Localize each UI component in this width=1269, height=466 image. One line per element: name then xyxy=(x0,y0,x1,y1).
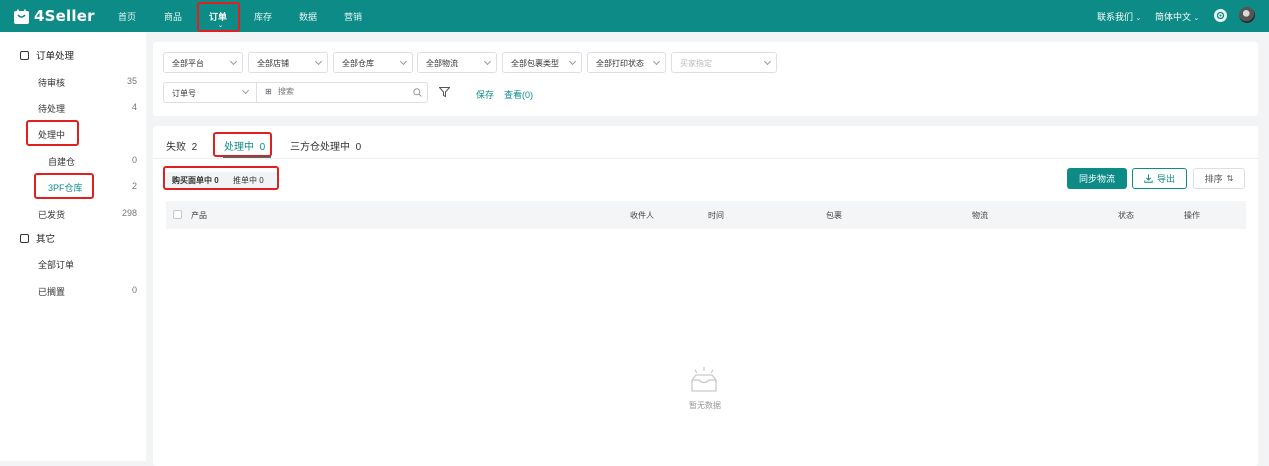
empty-state-text: 暂无数据 xyxy=(689,401,721,410)
chevron-down-icon xyxy=(652,57,661,66)
sidebar-group-label: 订单处理 xyxy=(36,51,75,62)
sidebar-group-order-processing[interactable]: 订单处理 xyxy=(20,48,74,62)
column-header-recipient: 收件人 xyxy=(630,211,654,220)
column-header-logistics: 物流 xyxy=(972,211,988,220)
tab-divider xyxy=(153,158,1258,159)
buyer-specified-select[interactable]: 买家指定 xyxy=(671,52,777,73)
sidebar-count: 2 xyxy=(131,181,137,191)
view-saved-filters-link[interactable]: 查看(0) xyxy=(504,88,533,101)
chevron-down-icon xyxy=(229,57,238,66)
sidebar-count: 0 xyxy=(131,155,137,165)
save-filter-link[interactable]: 保存 xyxy=(476,88,494,101)
store-select[interactable]: 全部店铺 xyxy=(248,52,328,73)
search-group: 订单号 ⊞ xyxy=(163,82,428,103)
nav-marketing[interactable]: 营销 xyxy=(344,10,362,23)
language-label: 简体中文 xyxy=(1155,12,1192,22)
sort-label: 排序 xyxy=(1204,174,1223,184)
sidebar-item-self-warehouse[interactable]: 自建仓 xyxy=(48,155,75,168)
avatar[interactable] xyxy=(1239,7,1255,23)
tab-count: 0 xyxy=(355,142,362,153)
sidebar-item-shipped[interactable]: 已发货 xyxy=(38,208,65,221)
tab-failed[interactable]: 失败 2 xyxy=(166,138,197,153)
app-name: 4Seller xyxy=(34,7,95,25)
sort-button[interactable]: 排序 ⇅ xyxy=(1193,168,1245,189)
package-type-select[interactable]: 全部包裹类型 xyxy=(502,52,582,73)
select-all-checkbox[interactable] xyxy=(173,210,182,219)
sidebar-item-pending-review[interactable]: 待审核 xyxy=(38,76,65,89)
language-menu[interactable]: 简体中文 ⌄ xyxy=(1155,10,1199,23)
column-header-package: 包裹 xyxy=(826,211,842,220)
tab-count: 2 xyxy=(191,142,198,153)
logistics-select[interactable]: 全部物流 xyxy=(417,52,497,73)
warehouse-select[interactable]: 全部仓库 xyxy=(333,52,413,73)
sidebar-count: 4 xyxy=(131,102,137,112)
sidebar: 订单处理 待审核 35 待处理 4 处理中 自建仓 0 3PF仓库 2 已发货 … xyxy=(0,32,146,461)
chevron-down-icon xyxy=(399,57,408,66)
select-value: 全部包裹类型 xyxy=(511,59,559,68)
nav-inventory[interactable]: 库存 xyxy=(254,10,272,23)
search-input[interactable] xyxy=(278,85,403,98)
tab-label: 失败 xyxy=(166,142,186,153)
tab-label: 三方仓处理中 xyxy=(290,142,350,153)
highlight-box-nav-orders xyxy=(197,2,240,32)
filter-panel: 全部平台 全部店铺 全部仓库 全部物流 全部包裹类型 全部打印状态 买家指定 订… xyxy=(153,42,1258,116)
column-header-actions: 操作 xyxy=(1184,211,1200,220)
nav-home[interactable]: 首页 xyxy=(118,10,136,23)
sync-logistics-button[interactable]: 同步物流 xyxy=(1067,168,1127,189)
highlight-box-processing-tab xyxy=(213,132,272,157)
table-header: 产品 收件人 时间 包裹 物流 状态 操作 xyxy=(166,201,1246,229)
sidebar-item-to-process[interactable]: 待处理 xyxy=(38,102,65,115)
download-icon xyxy=(1144,174,1153,183)
sidebar-item-all-orders[interactable]: 全部订单 xyxy=(38,258,74,271)
contact-us-label: 联系我们 xyxy=(1097,12,1134,22)
clipboard-icon xyxy=(20,233,29,243)
chevron-down-icon xyxy=(763,57,772,66)
sidebar-group-other[interactable]: 其它 xyxy=(20,231,55,245)
export-button[interactable]: 导出 xyxy=(1132,168,1187,189)
bag-icon xyxy=(14,9,29,24)
column-header-product: 产品 xyxy=(191,211,207,220)
search-field-select[interactable]: 订单号 xyxy=(164,83,257,102)
chevron-down-icon: ⌄ xyxy=(1193,15,1200,22)
select-value: 全部平台 xyxy=(172,59,204,68)
chevron-down-icon xyxy=(483,57,492,66)
sidebar-group-label: 其它 xyxy=(36,234,56,245)
tab-3pl-processing[interactable]: 三方仓处理中 0 xyxy=(290,138,361,153)
chevron-down-icon xyxy=(568,57,577,66)
clipboard-icon xyxy=(20,50,29,60)
gear-icon[interactable] xyxy=(1214,9,1227,22)
column-header-time: 时间 xyxy=(708,211,724,220)
platform-select[interactable]: 全部平台 xyxy=(163,52,243,73)
sidebar-item-on-hold[interactable]: 已搁置 xyxy=(38,285,65,298)
nav-data[interactable]: 数据 xyxy=(299,10,317,23)
sort-icon: ⇅ xyxy=(1226,174,1234,183)
multi-search-icon[interactable]: ⊞ xyxy=(265,87,272,96)
highlight-box-processing xyxy=(26,120,79,146)
search-icon[interactable] xyxy=(413,88,422,97)
logo[interactable]: 4Seller xyxy=(13,7,95,25)
column-header-status: 状态 xyxy=(1118,211,1134,220)
order-list-panel: 失败 2 处理中 0 三方仓处理中 0 购买面单中 0 推单中 0 同步物流 导… xyxy=(153,126,1258,466)
sidebar-count: 0 xyxy=(131,285,137,295)
chevron-down-icon xyxy=(314,57,323,66)
contact-us-menu[interactable]: 联系我们 ⌄ xyxy=(1097,10,1141,23)
select-value: 全部物流 xyxy=(426,59,458,68)
select-value: 全部店铺 xyxy=(257,59,289,68)
sidebar-count: 35 xyxy=(126,76,137,86)
chevron-down-icon: ⌄ xyxy=(1135,15,1142,22)
top-bar: 4Seller 首页 商品 订单 ⌄ 库存 数据 营销 联系我们 ⌄ 简体中文 … xyxy=(0,0,1269,32)
select-value: 全部打印状态 xyxy=(596,59,644,68)
filter-icon[interactable] xyxy=(439,87,450,97)
highlight-box-subtabs xyxy=(163,166,279,190)
export-label: 导出 xyxy=(1156,174,1175,184)
select-value: 全部仓库 xyxy=(342,59,374,68)
select-placeholder: 买家指定 xyxy=(680,59,712,68)
search-field-value: 订单号 xyxy=(172,89,196,98)
highlight-box-3pf-warehouse xyxy=(34,173,94,199)
print-status-select[interactable]: 全部打印状态 xyxy=(587,52,666,73)
chevron-down-icon xyxy=(241,86,250,95)
sidebar-count: 298 xyxy=(121,208,137,218)
nav-products[interactable]: 商品 xyxy=(164,10,182,23)
empty-inbox-icon xyxy=(691,367,717,392)
